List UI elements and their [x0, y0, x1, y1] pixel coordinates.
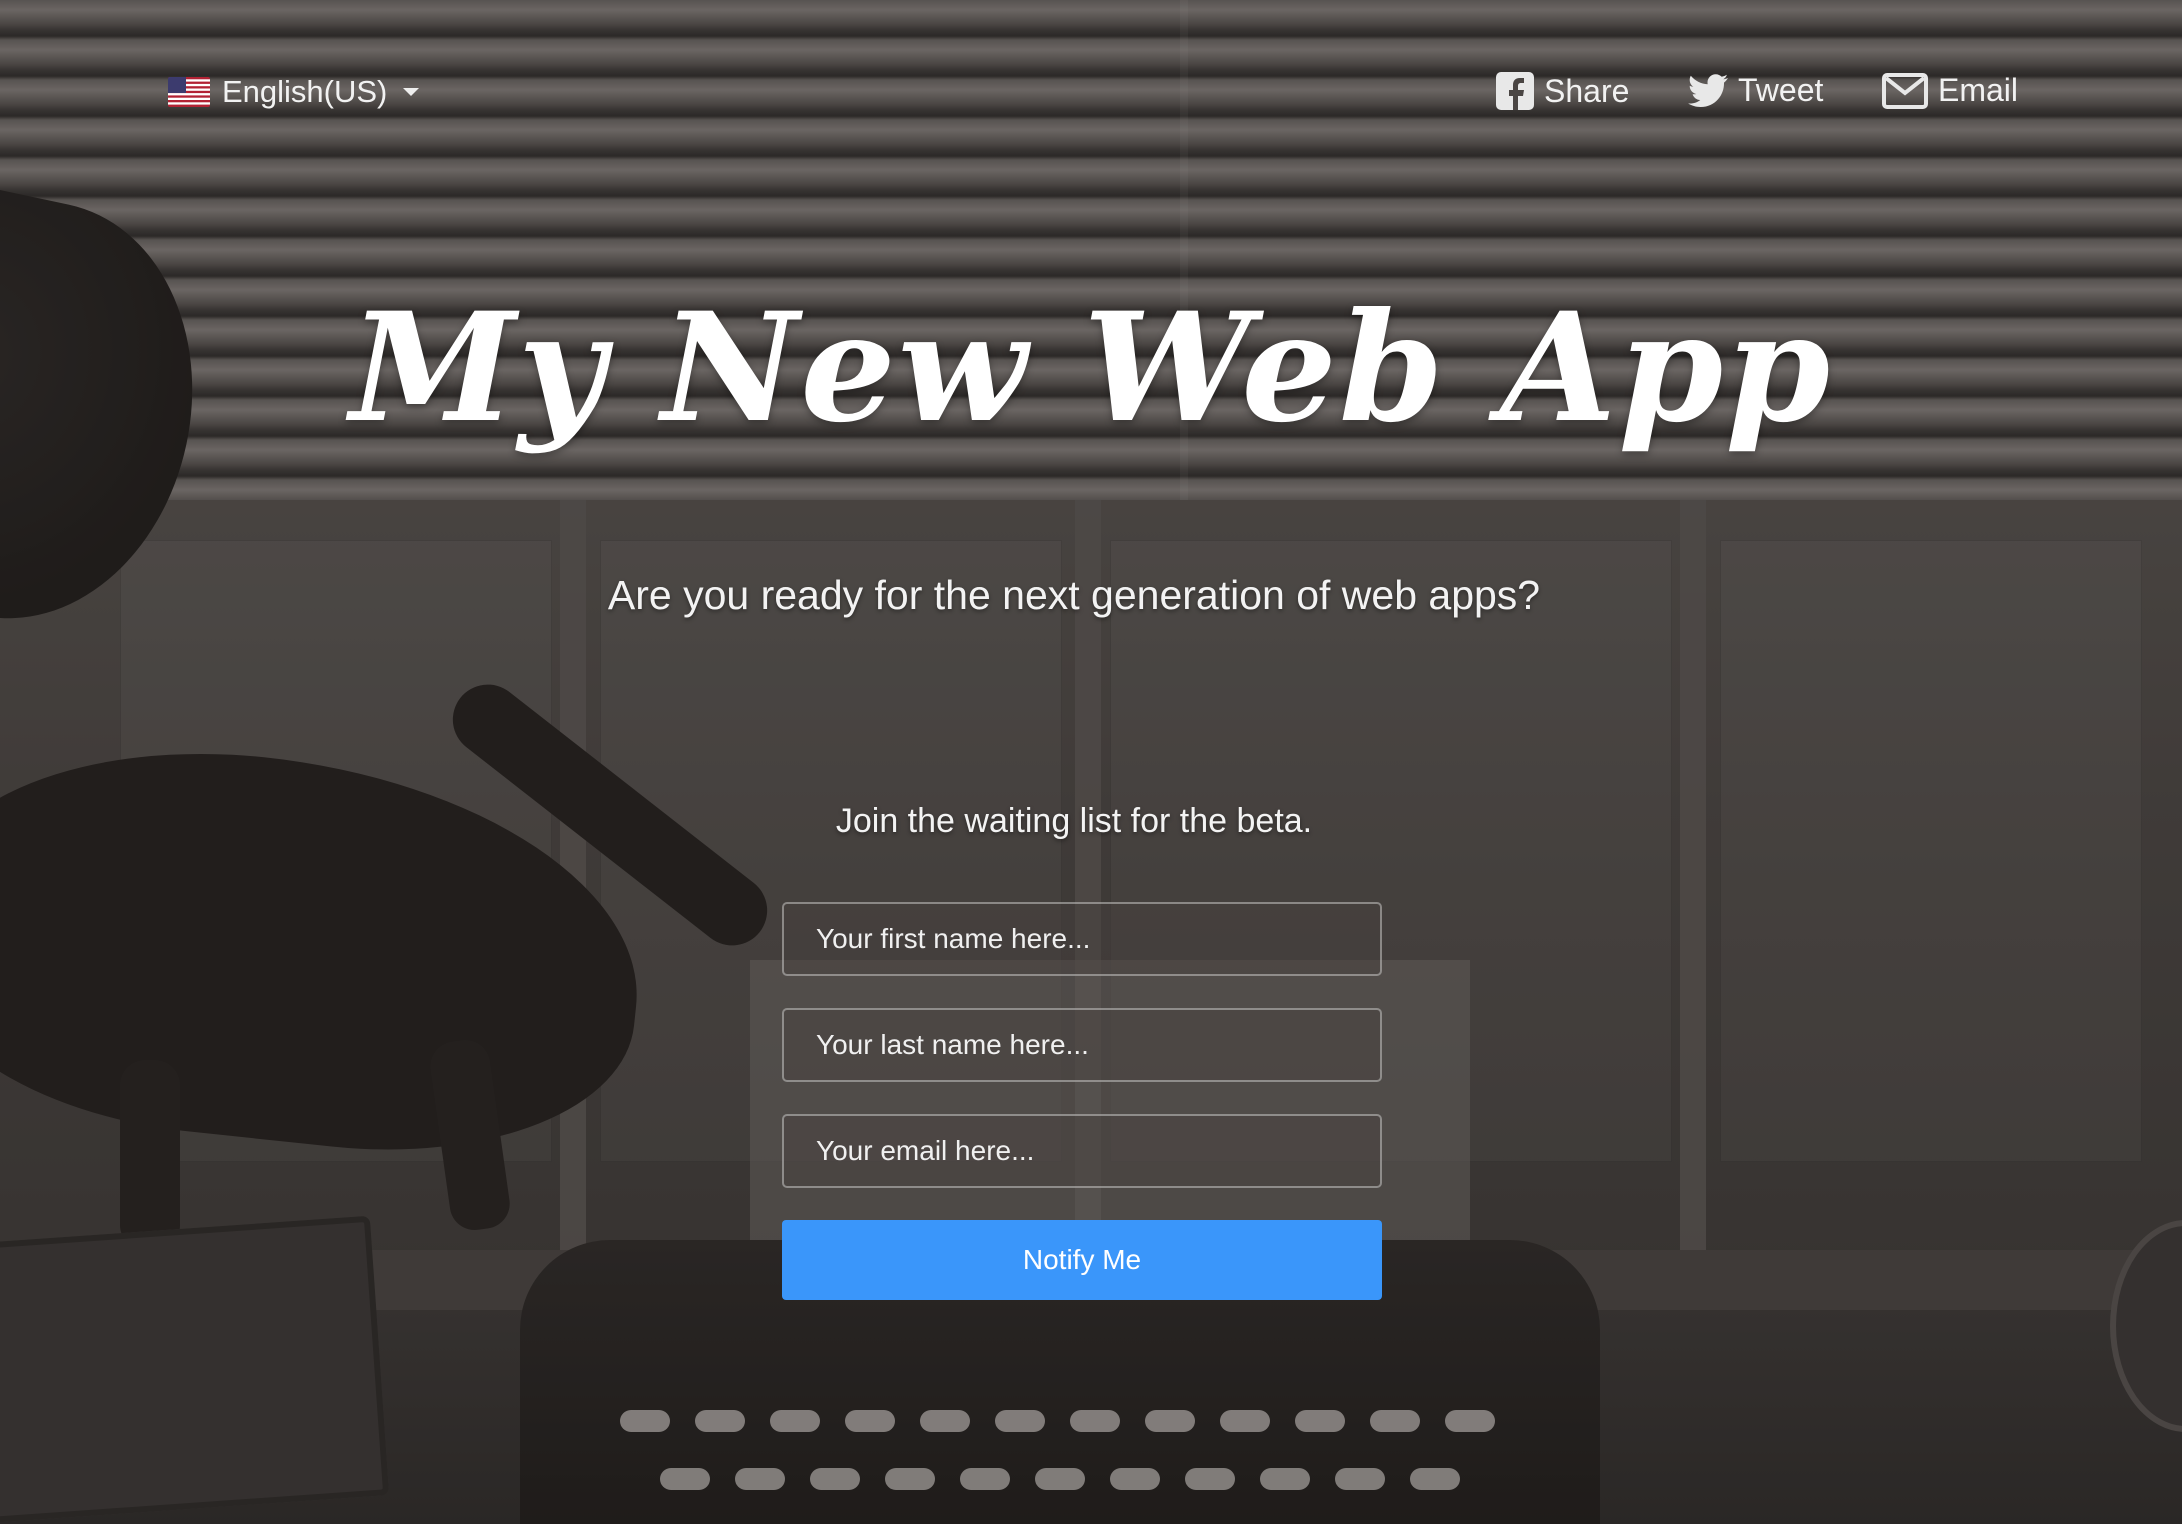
- envelope-icon: [1882, 72, 1928, 109]
- twitter-icon: [1688, 73, 1728, 108]
- last-name-field[interactable]: [782, 1008, 1382, 1082]
- notify-me-button[interactable]: Notify Me: [782, 1220, 1382, 1300]
- share-label: Share: [1544, 72, 1630, 109]
- first-name-field[interactable]: [782, 902, 1382, 976]
- tweet-link[interactable]: Tweet: [1688, 72, 1823, 109]
- facebook-icon: [1496, 72, 1534, 110]
- chevron-down-icon: [403, 88, 420, 96]
- language-selector[interactable]: English(US): [168, 74, 420, 110]
- language-label: English(US): [222, 74, 388, 109]
- email-field[interactable]: [782, 1114, 1382, 1188]
- tagline: Are you ready for the next generation of…: [607, 572, 1541, 618]
- email-label: Email: [1938, 72, 2019, 108]
- signup-heading: Join the waiting list for the beta.: [835, 802, 1313, 840]
- share-link[interactable]: Share: [1496, 72, 1629, 110]
- email-link[interactable]: Email: [1882, 72, 2018, 109]
- tweet-label: Tweet: [1738, 72, 1824, 108]
- us-flag-icon: [168, 77, 210, 107]
- app-title: My New Web App: [349, 280, 1833, 456]
